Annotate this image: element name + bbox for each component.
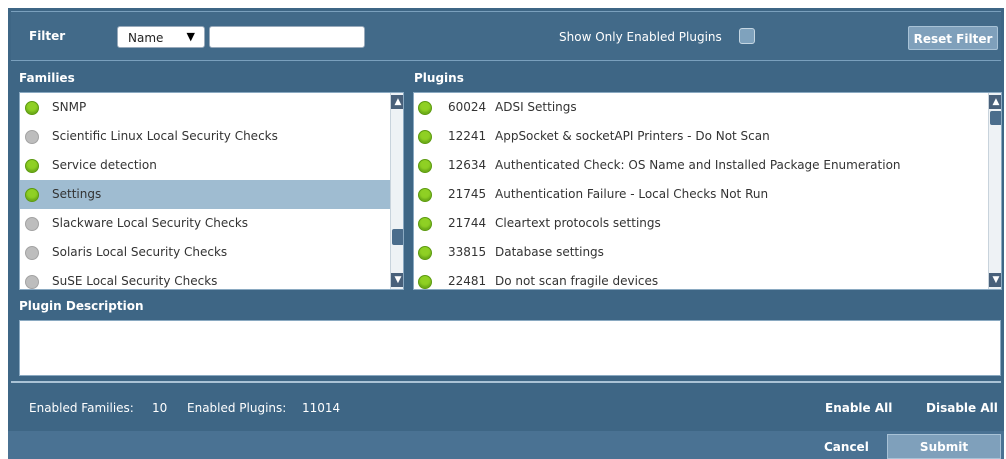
- filter-select-value: Name: [128, 31, 164, 45]
- families-title: Families: [19, 71, 75, 85]
- enabled-status-icon[interactable]: [418, 217, 432, 231]
- enabled-plugins-count: 11014: [302, 401, 341, 415]
- plugin-description-title: Plugin Description: [19, 299, 144, 313]
- enabled-families-count: 10: [152, 401, 168, 415]
- family-row[interactable]: Slackware Local Security Checks: [20, 209, 390, 238]
- plugin-row[interactable]: 21744 Cleartext protocols settings: [414, 209, 988, 238]
- family-label: Settings: [52, 187, 102, 201]
- plugin-id: 21744: [448, 216, 487, 230]
- show-only-enabled-checkbox[interactable]: [739, 28, 755, 44]
- family-row[interactable]: SuSE Local Security Checks: [20, 267, 390, 289]
- enabled-status-icon[interactable]: [25, 188, 39, 202]
- plugin-row[interactable]: 12634 Authenticated Check: OS Name and In…: [414, 151, 988, 180]
- plugin-id: 12241: [448, 129, 487, 143]
- enabled-status-icon[interactable]: [418, 130, 432, 144]
- family-row[interactable]: Solaris Local Security Checks: [20, 238, 390, 267]
- enabled-status-icon[interactable]: [418, 159, 432, 173]
- plugin-name: Cleartext protocols settings: [495, 216, 661, 230]
- plugin-name: AppSocket & socketAPI Printers - Do Not …: [495, 129, 770, 143]
- filter-bar: Filter Name ▼ Show Only Enabled Plugins …: [11, 11, 1001, 61]
- enable-all-button[interactable]: Enable All: [825, 401, 892, 415]
- family-label: SNMP: [52, 100, 87, 114]
- cancel-button[interactable]: Cancel: [824, 440, 869, 454]
- enabled-families-label: Enabled Families:: [29, 401, 134, 415]
- scroll-down-icon[interactable]: ▼: [391, 273, 403, 287]
- plugins-title: Plugins: [414, 71, 464, 85]
- enabled-status-icon[interactable]: [418, 275, 432, 289]
- disabled-status-icon[interactable]: [25, 275, 39, 289]
- reset-filter-button[interactable]: Reset Filter: [908, 26, 998, 50]
- family-row[interactable]: Scientific Linux Local Security Checks: [20, 122, 390, 151]
- plugin-id: 60024: [448, 100, 487, 114]
- enabled-status-icon[interactable]: [25, 159, 39, 173]
- scroll-down-icon[interactable]: ▼: [989, 273, 1001, 287]
- plugin-row[interactable]: 33815 Database settings: [414, 238, 988, 267]
- enabled-status-icon[interactable]: [25, 101, 39, 115]
- plugins-list[interactable]: 60024 ADSI Settings 12241 AppSocket & socke…: [413, 92, 1002, 290]
- plugin-id: 12634: [448, 158, 487, 172]
- plugin-name: ADSI Settings: [495, 100, 577, 114]
- scroll-up-icon[interactable]: ▲: [989, 95, 1001, 109]
- plugin-id: 21745: [448, 187, 487, 201]
- plugin-name: Database settings: [495, 245, 604, 259]
- plugins-scroll-thumb[interactable]: [990, 111, 1001, 125]
- filter-text-input[interactable]: [209, 26, 365, 48]
- plugin-row[interactable]: 12241 AppSocket & socketAPI Printers - Do…: [414, 122, 988, 151]
- filter-field-select[interactable]: Name ▼: [117, 26, 205, 48]
- divider: [11, 381, 1001, 383]
- family-label: Scientific Linux Local Security Checks: [52, 129, 278, 143]
- families-list[interactable]: SNMP Scientific Linux Local Security Chec…: [19, 92, 404, 290]
- enabled-status-icon[interactable]: [418, 188, 432, 202]
- family-label: Service detection: [52, 158, 157, 172]
- plugin-description-box: [19, 320, 1001, 376]
- families-scrollbar[interactable]: ▲ ▼: [390, 93, 403, 289]
- plugin-row[interactable]: 60024 ADSI Settings: [414, 93, 988, 122]
- plugin-row[interactable]: 22481 Do not scan fragile devices: [414, 267, 988, 289]
- family-row[interactable]: Settings: [20, 180, 390, 209]
- family-label: SuSE Local Security Checks: [52, 274, 218, 288]
- show-only-enabled-label: Show Only Enabled Plugins: [559, 30, 722, 44]
- plugin-id: 22481: [448, 274, 487, 288]
- family-row[interactable]: Service detection: [20, 151, 390, 180]
- scroll-up-icon[interactable]: ▲: [391, 95, 403, 109]
- plugin-name: Do not scan fragile devices: [495, 274, 659, 288]
- enabled-status-icon[interactable]: [418, 101, 432, 115]
- disable-all-button[interactable]: Disable All: [926, 401, 998, 415]
- plugin-name: Authentication Failure - Local Checks No…: [495, 187, 769, 201]
- disabled-status-icon[interactable]: [25, 246, 39, 260]
- disabled-status-icon[interactable]: [25, 217, 39, 231]
- enabled-status-icon[interactable]: [418, 246, 432, 260]
- plugin-config-panel: Filter Name ▼ Show Only Enabled Plugins …: [8, 8, 1004, 459]
- plugin-row[interactable]: 21745 Authentication Failure - Local Chec…: [414, 180, 988, 209]
- families-scroll-thumb[interactable]: [392, 229, 403, 245]
- family-row[interactable]: SNMP: [20, 93, 390, 122]
- disabled-status-icon[interactable]: [25, 130, 39, 144]
- chevron-down-icon: ▼: [186, 30, 195, 43]
- enabled-plugins-label: Enabled Plugins:: [187, 401, 287, 415]
- plugin-id: 33815: [448, 245, 487, 259]
- plugins-scrollbar[interactable]: ▲ ▼: [988, 93, 1001, 289]
- filter-label: Filter: [29, 29, 66, 43]
- plugin-name: Authenticated Check: OS Name and Install…: [495, 158, 901, 172]
- family-label: Solaris Local Security Checks: [52, 245, 228, 259]
- family-label: Slackware Local Security Checks: [52, 216, 249, 230]
- submit-button[interactable]: Submit: [887, 434, 1001, 459]
